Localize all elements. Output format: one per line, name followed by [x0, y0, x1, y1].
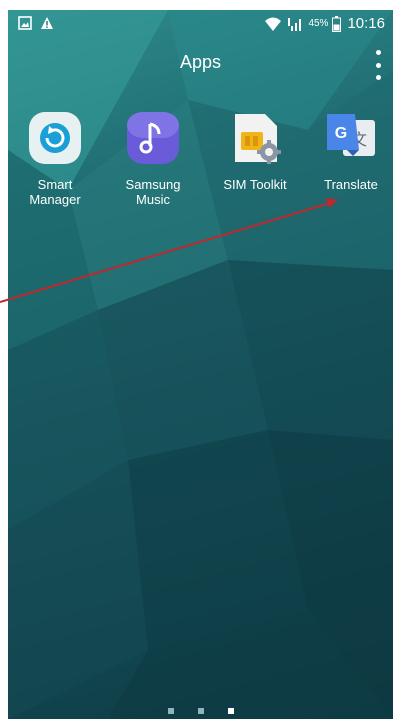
wifi-icon — [265, 17, 282, 31]
page-indicator — [8, 708, 393, 714]
app-label-line2: Music — [136, 192, 170, 207]
app-translate[interactable]: 文 G Translate — [307, 110, 393, 192]
battery-icon — [332, 15, 342, 32]
sim-toolkit-icon — [235, 114, 281, 164]
status-bar: 45% 10:16 — [8, 10, 393, 38]
home-screen: 45% 10:16 Apps Smart Manager Samsung Mus… — [8, 10, 393, 719]
app-sim-toolkit[interactable]: SIM Toolkit — [211, 110, 299, 192]
svg-text:G: G — [335, 125, 347, 142]
page-dot-active[interactable] — [227, 708, 234, 714]
app-label-line1: Translate — [324, 177, 378, 192]
warning-icon — [41, 17, 53, 29]
more-options-button[interactable] — [371, 50, 385, 80]
device-frame: 45% 10:16 Apps Smart Manager Samsung Mus… — [0, 0, 401, 719]
smart-manager-icon — [29, 112, 81, 164]
samsung-music-icon — [127, 112, 179, 164]
app-label-line1: Samsung — [125, 177, 181, 192]
app-label-line1: Smart — [37, 177, 73, 192]
page-title: Apps — [179, 52, 222, 72]
app-label-line1: SIM Toolkit — [223, 177, 287, 192]
signal-icon — [288, 17, 302, 31]
app-smart-manager[interactable]: Smart Manager — [11, 110, 99, 207]
page-dot[interactable] — [167, 708, 174, 714]
app-label-line2: Manager — [29, 192, 81, 207]
app-samsung-music[interactable]: Samsung Music — [109, 110, 197, 207]
google-translate-icon: 文 G — [327, 114, 375, 156]
battery-percent: 45% — [308, 18, 329, 29]
more-vert-icon — [375, 50, 381, 55]
clock: 10:16 — [347, 15, 385, 32]
page-dot[interactable] — [197, 708, 204, 714]
gallery-icon — [18, 16, 32, 30]
